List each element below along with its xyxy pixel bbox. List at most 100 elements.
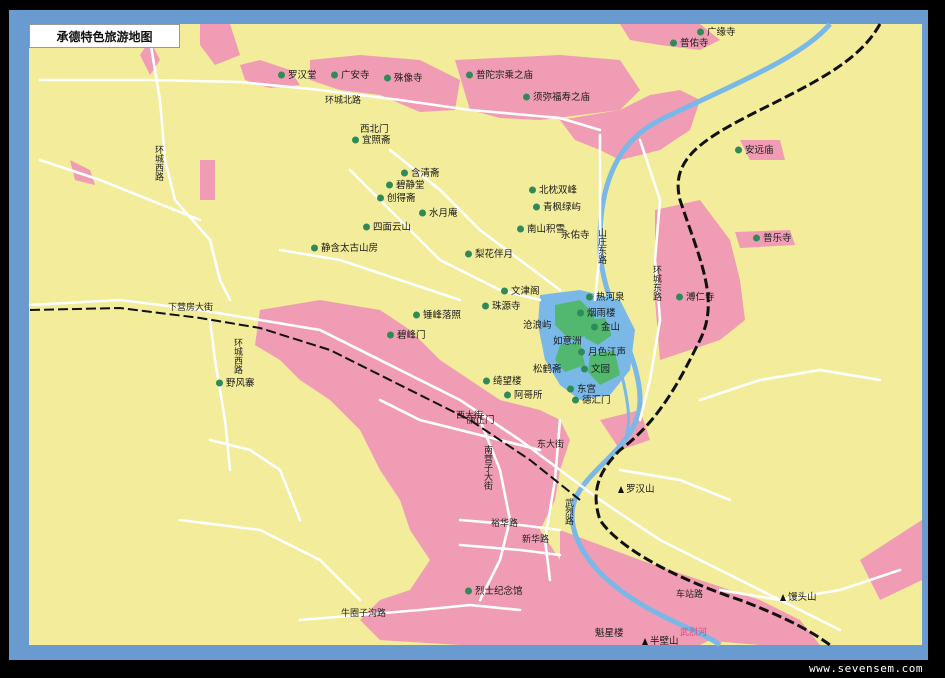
poi-label: 金山 [601, 322, 621, 333]
poi-label: 广安寺 [341, 70, 370, 81]
poi-label: 静含太古山房 [321, 243, 379, 254]
map-title: 承德特色旅游地图 [29, 24, 180, 48]
poi-qingfenglvyu[interactable]: 青枫绿屿 [532, 202, 581, 213]
poi-label: 如意洲 [553, 336, 582, 347]
temple-tree-icon [675, 293, 684, 302]
poi-songhezhai[interactable]: 松鹤斋 [533, 364, 562, 375]
poi-purensi[interactable]: 溥仁寺 [675, 292, 715, 303]
poi-bijingtang[interactable]: 碧静堂 [385, 180, 425, 191]
temple-tree-icon [481, 302, 490, 311]
poi-rehequan[interactable]: 热河泉 [585, 292, 625, 303]
temple-tree-icon [516, 225, 525, 234]
temple-tree-icon [465, 71, 474, 80]
road-dongdajie: 东大街 [537, 440, 565, 450]
poi-pulesi[interactable]: 普乐寺 [752, 233, 792, 244]
road-yuhualu: 裕华路 [491, 519, 519, 529]
poi-label: 德汇门 [582, 395, 611, 406]
road-niuquanzigoulu: 牛圈子沟路 [341, 609, 387, 619]
poi-simianyunshan[interactable]: 四面云山 [362, 222, 411, 233]
temple-tree-icon [580, 365, 589, 374]
temple-tree-icon [566, 385, 575, 394]
poi-label: 西北门 [360, 124, 389, 135]
poi-lieshijinian[interactable]: 烈士纪念馆 [464, 586, 523, 597]
poi-label: 碧峰门 [397, 330, 426, 341]
poi-beizhenshuangfeng[interactable]: 北枕双峰 [528, 185, 577, 196]
temple-tree-icon [418, 209, 427, 218]
poi-yixizhai[interactable]: 宜照斋 [351, 135, 391, 146]
temple-tree-icon [571, 396, 580, 405]
poi-label: 溥仁寺 [686, 292, 715, 303]
poi-xumifushou[interactable]: 须弥福寿之庙 [522, 92, 590, 103]
temple-tree-icon [464, 250, 473, 259]
temple-tree-icon [277, 71, 286, 80]
poi-yongyousi[interactable]: 永佑寺 [561, 230, 590, 241]
poi-dehuimen[interactable]: 德汇门 [571, 395, 611, 406]
poi-chuifengluozhao[interactable]: 锤峰落照 [412, 310, 461, 321]
poi-kuixinglou[interactable]: 魁星楼 [595, 628, 624, 639]
poi-jinghan[interactable]: 静含太古山房 [310, 243, 378, 254]
road-nanyingzidajie: 南营子大街 [482, 445, 492, 490]
poi-label: 永佑寺 [561, 230, 590, 241]
poi-anyuanmiao[interactable]: 安远庙 [734, 145, 774, 156]
poi-ruyizhou[interactable]: 如意洲 [553, 336, 582, 347]
poi-yanyulou[interactable]: 烟雨楼 [576, 308, 616, 319]
temple-tree-icon [528, 186, 537, 195]
poi-label: 东宫 [577, 384, 597, 395]
temple-tree-icon [400, 169, 409, 178]
poi-luohanshan[interactable]: 罗汉山 [618, 484, 655, 495]
poi-lihuabanyue[interactable]: 梨花伴月 [464, 249, 513, 260]
road-chezhanlu: 车站路 [676, 590, 704, 600]
poi-wenyuan[interactable]: 文园 [580, 364, 610, 375]
poi-label: 殊像寺 [394, 73, 423, 84]
temple-tree-icon [351, 136, 360, 145]
temple-tree-icon [696, 28, 705, 37]
poi-label: 珠源寺 [492, 301, 521, 312]
poi-yefengzhai[interactable]: 野风寨 [215, 378, 255, 389]
poi-mantoushan[interactable]: 馒头山 [780, 592, 817, 603]
poi-ageso[interactable]: 阿哥所 [503, 390, 543, 401]
poi-luohantang[interactable]: 罗汉堂 [277, 70, 317, 81]
watermark: www.sevensem.com [809, 662, 923, 675]
poi-banbishan[interactable]: 半壁山 [642, 636, 679, 647]
poi-label: 四面云山 [373, 222, 412, 233]
poi-label: 创得斋 [387, 193, 416, 204]
road-xiayingfangdajie: 下营房大街 [168, 303, 214, 313]
poi-shuiyuean[interactable]: 水月庵 [418, 208, 458, 219]
poi-label: 魁星楼 [595, 628, 624, 639]
poi-wenjinge[interactable]: 文津阁 [500, 286, 540, 297]
poi-jinshan[interactable]: 金山 [590, 322, 620, 333]
poi-label: 水月庵 [429, 208, 458, 219]
poi-label: 须弥福寿之庙 [533, 92, 591, 103]
temple-tree-icon [386, 331, 395, 340]
poi-puyousi[interactable]: 普佑寺 [669, 38, 709, 49]
poi-label: 广缘寺 [707, 27, 736, 38]
poi-label: 普陀宗乘之庙 [476, 70, 534, 81]
temple-tree-icon [482, 377, 491, 386]
poi-qiwanglou[interactable]: 绮望楼 [482, 376, 522, 387]
poi-xibeimen[interactable]: 西北门 [360, 124, 389, 135]
temple-tree-icon [215, 379, 224, 388]
poi-label: 绮望楼 [493, 376, 522, 387]
poi-label: 沧浪屿 [523, 320, 552, 331]
poi-chuangdezhai[interactable]: 创得斋 [376, 193, 416, 204]
poi-label: 锤峰落照 [423, 310, 462, 321]
poi-guangansi[interactable]: 广安寺 [330, 70, 370, 81]
poi-bifengmen[interactable]: 碧峰门 [386, 330, 426, 341]
poi-yuesejiangsheng[interactable]: 月色江声 [577, 347, 626, 358]
poi-putuozongcheng[interactable]: 普陀宗乘之庙 [465, 70, 533, 81]
poi-label: 碧静堂 [396, 180, 425, 191]
poi-donggong[interactable]: 东宫 [566, 384, 596, 395]
poi-shuxiangsi[interactable]: 殊像寺 [383, 73, 423, 84]
poi-label: 北枕双峰 [539, 185, 578, 196]
temple-tree-icon [383, 74, 392, 83]
poi-canglangyu[interactable]: 沧浪屿 [523, 320, 552, 331]
poi-nanshanjixue[interactable]: 南山积雪 [516, 224, 565, 235]
map-canvas[interactable] [0, 0, 945, 678]
poi-hanqingzhai[interactable]: 含清斋 [400, 168, 440, 179]
poi-guangyuansi[interactable]: 广缘寺 [696, 27, 736, 38]
temple-tree-icon [752, 234, 761, 243]
road-shanzhuangdonglu: 山庄东路 [596, 228, 606, 264]
road-huanchengbeilu: 环城北路 [325, 96, 362, 106]
road-xidajie: 西大街 [456, 411, 484, 421]
poi-zhuyuansi[interactable]: 珠源寺 [481, 301, 521, 312]
